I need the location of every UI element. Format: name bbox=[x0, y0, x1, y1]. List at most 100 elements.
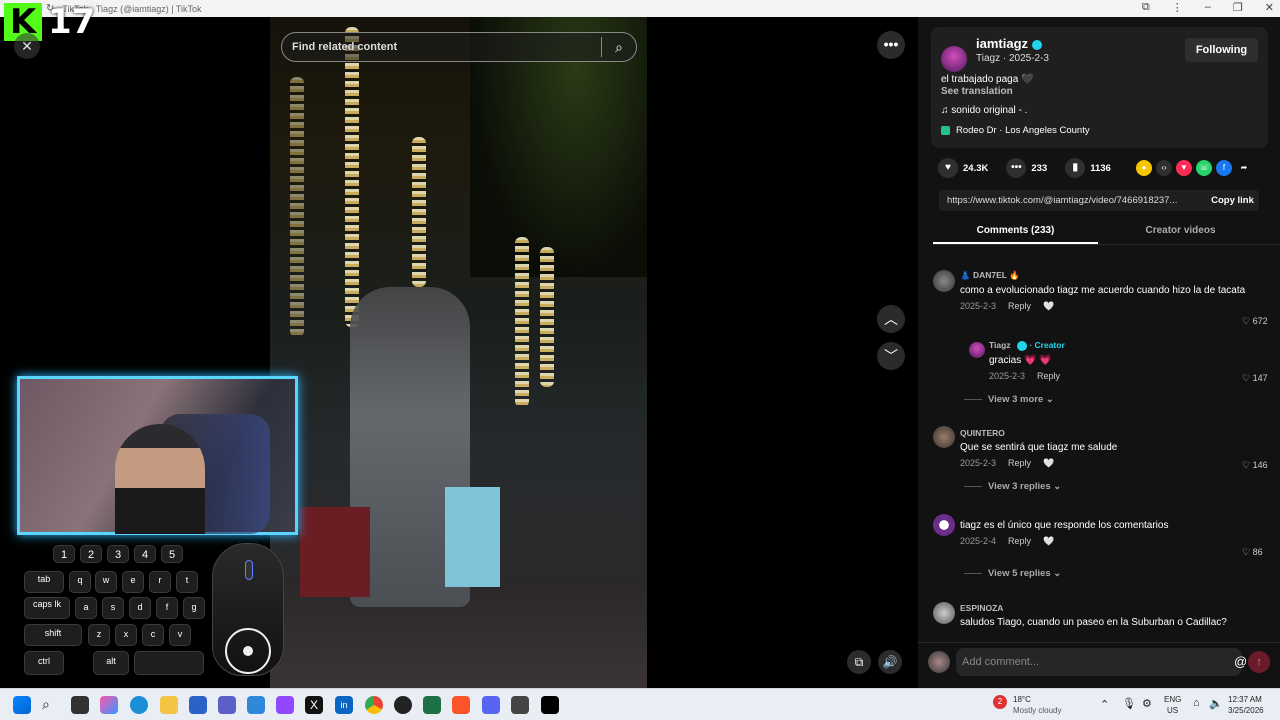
extension-icon[interactable]: ⧉ bbox=[1142, 1, 1150, 14]
mention-icon[interactable]: @ bbox=[1234, 648, 1247, 676]
excel-icon[interactable] bbox=[423, 696, 441, 714]
post-comment-button[interactable]: ↑ bbox=[1248, 651, 1270, 673]
tab-creator-videos[interactable]: Creator videos bbox=[1098, 222, 1263, 244]
key-2: 2 bbox=[80, 545, 102, 563]
mic-icon[interactable]: 🎙 bbox=[1122, 697, 1136, 710]
like-count[interactable]: ♡ 86 bbox=[1242, 547, 1263, 558]
copilot-icon[interactable] bbox=[100, 696, 118, 714]
reply-button[interactable]: Reply bbox=[1037, 371, 1060, 381]
following-button[interactable]: Following bbox=[1185, 38, 1258, 62]
comment-text: saludos Tiago, cuando un paseo en la Sub… bbox=[960, 617, 1227, 628]
floating-player-icon[interactable]: ⧉ bbox=[847, 650, 871, 674]
view-more-replies[interactable]: View 5 replies ⌄ bbox=[964, 568, 1061, 579]
comment-date: 2025-2-3 bbox=[989, 370, 1026, 381]
menu-icon[interactable]: ⋮ bbox=[1172, 1, 1183, 14]
next-video-button[interactable]: ﹀ bbox=[877, 342, 905, 370]
weather-temp[interactable]: 18°C bbox=[1013, 695, 1031, 704]
verified-icon bbox=[1016, 340, 1027, 351]
view-more-replies[interactable]: View 3 replies ⌄ bbox=[964, 481, 1061, 492]
browser-title-bar: ← ↻ TikTok - Tiagz (@iamtiagz) | TikTok … bbox=[0, 0, 1280, 17]
discord-icon[interactable] bbox=[482, 696, 500, 714]
more-options-button[interactable]: ••• bbox=[877, 31, 905, 59]
comment-author[interactable]: Tiagz bbox=[989, 340, 1011, 350]
share-arrow-icon[interactable]: ➦ bbox=[1236, 160, 1252, 176]
avatar[interactable] bbox=[933, 270, 955, 292]
twitch-icon[interactable] bbox=[276, 696, 294, 714]
like-count[interactable]: ♡ 672 bbox=[1242, 316, 1268, 327]
minimize-button[interactable]: – bbox=[1205, 1, 1211, 14]
author-username[interactable]: iamtiagz bbox=[976, 36, 1043, 51]
reply-item: Tiagz · Creator gracias 💗 💗 2025-2-3 Repl… bbox=[989, 340, 1249, 381]
previous-video-button[interactable]: ︿ bbox=[877, 305, 905, 333]
reply-button[interactable]: Reply bbox=[1008, 536, 1031, 547]
see-translation-link[interactable]: See translation bbox=[941, 86, 1013, 97]
reply-button[interactable]: Reply bbox=[1008, 458, 1031, 469]
chrome-icon[interactable] bbox=[365, 696, 383, 714]
reply-button[interactable]: Reply bbox=[1008, 301, 1031, 312]
region[interactable]: US bbox=[1167, 706, 1178, 715]
weather-desc[interactable]: Mostly cloudy bbox=[1013, 706, 1061, 715]
comment-text: gracias 💗 💗 bbox=[989, 354, 1052, 366]
file-explorer-icon[interactable] bbox=[160, 696, 178, 714]
author-avatar[interactable] bbox=[941, 46, 967, 72]
comment-author[interactable]: 👗 DAN7EL 🔥 bbox=[960, 270, 1260, 281]
user-avatar[interactable] bbox=[928, 651, 950, 673]
teams-icon[interactable] bbox=[218, 696, 236, 714]
search-bar[interactable]: Find related content ⌕ bbox=[281, 32, 637, 62]
avatar[interactable] bbox=[933, 602, 955, 624]
close-video-button[interactable]: ✕ bbox=[14, 33, 40, 59]
embed-icon[interactable]: ‹› bbox=[1156, 160, 1172, 176]
view-more-replies[interactable]: View 3 more ⌄ bbox=[964, 394, 1054, 405]
comment-date: 2025-2-3 bbox=[960, 458, 997, 468]
coin-icon[interactable]: ● bbox=[1136, 160, 1152, 176]
volume-icon[interactable]: 🔊 bbox=[878, 650, 902, 674]
app-icon[interactable] bbox=[511, 696, 529, 714]
clock-time[interactable]: 12:37 AM bbox=[1228, 695, 1262, 704]
language[interactable]: ENG bbox=[1164, 695, 1181, 704]
avatar[interactable] bbox=[933, 514, 955, 536]
task-view-icon[interactable] bbox=[71, 696, 89, 714]
wifi-icon[interactable]: ⌂ bbox=[1193, 697, 1200, 709]
network-icon[interactable]: ⚙ bbox=[1142, 697, 1152, 710]
tab-comments[interactable]: Comments (233) bbox=[933, 222, 1098, 244]
edge-icon[interactable] bbox=[130, 696, 148, 714]
like-count[interactable]: ♡ 146 bbox=[1242, 460, 1268, 471]
like-count-value: 146 bbox=[1252, 460, 1268, 470]
x-icon[interactable]: X bbox=[305, 696, 323, 714]
like-count[interactable]: ♡ 147 bbox=[1242, 373, 1268, 384]
copy-link-button[interactable]: Copy link bbox=[1206, 190, 1259, 211]
creator-label: · Creator bbox=[1029, 340, 1065, 350]
app-icon[interactable] bbox=[394, 696, 412, 714]
comment-author[interactable]: ESPINOZA bbox=[960, 603, 1250, 613]
comment-author[interactable]: QUINTERO bbox=[960, 428, 1260, 438]
search-input[interactable]: Find related content bbox=[292, 41, 601, 53]
tray-overflow-icon[interactable]: ⌃ bbox=[1100, 698, 1109, 711]
linkedin-icon[interactable]: in bbox=[335, 696, 353, 714]
start-icon[interactable] bbox=[13, 696, 31, 714]
restore-button[interactable]: ❐ bbox=[1233, 1, 1243, 14]
store-icon[interactable] bbox=[189, 696, 207, 714]
sound-link[interactable]: ♫ sonido original - . bbox=[941, 105, 1027, 116]
send-icon[interactable]: ▼ bbox=[1176, 160, 1192, 176]
speaker-icon[interactable]: 🔈 bbox=[1209, 697, 1223, 710]
key-3: 3 bbox=[107, 545, 129, 563]
whatsapp-icon[interactable]: ☏ bbox=[1196, 160, 1212, 176]
brave-icon[interactable] bbox=[452, 696, 470, 714]
search-icon[interactable]: ⌕ bbox=[602, 39, 636, 56]
avatar[interactable] bbox=[933, 426, 955, 448]
mail-icon[interactable] bbox=[247, 696, 265, 714]
heart-icon[interactable]: ♥ bbox=[938, 158, 958, 178]
key-alt: alt bbox=[93, 651, 129, 675]
location-link[interactable]: Rodeo Dr · Los Angeles County bbox=[941, 125, 1090, 136]
facebook-icon[interactable]: f bbox=[1216, 160, 1232, 176]
close-window-button[interactable]: ✕ bbox=[1265, 1, 1274, 14]
video-player[interactable] bbox=[270, 17, 647, 688]
bookmark-icon[interactable]: ▮ bbox=[1065, 158, 1086, 178]
add-comment-input[interactable]: Add comment... @ ☺ bbox=[956, 648, 1269, 676]
avatar[interactable] bbox=[969, 342, 985, 358]
key-ctrl: ctrl bbox=[24, 651, 64, 675]
clock-date[interactable]: 3/25/2026 bbox=[1228, 706, 1264, 715]
tiktok-icon[interactable] bbox=[541, 696, 559, 714]
search-icon[interactable]: ⌕ bbox=[42, 696, 60, 714]
comment-icon[interactable]: ••• bbox=[1006, 158, 1027, 178]
